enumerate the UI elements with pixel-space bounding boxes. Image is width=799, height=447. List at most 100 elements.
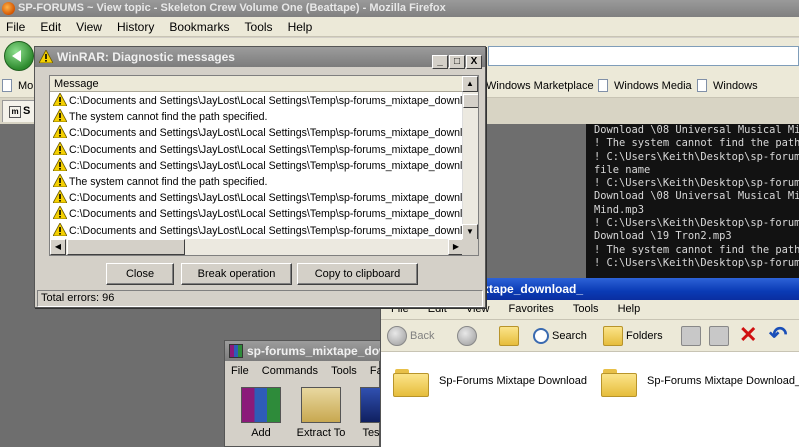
- scroll-up-arrow-icon[interactable]: ▲: [462, 76, 478, 92]
- vertical-scroll-thumb[interactable]: [463, 94, 478, 108]
- winrar-menu-favorites[interactable]: Favo: [364, 362, 380, 377]
- explorer-back-button[interactable]: Back: [387, 324, 434, 348]
- maximize-button[interactable]: □: [449, 55, 465, 69]
- url-bar[interactable]: [488, 46, 799, 66]
- back-arrow-icon: [387, 326, 407, 347]
- messages-list[interactable]: Message C:\Documents and Settings\JayLos…: [49, 75, 479, 256]
- dialog-title-bar: WinRAR: Diagnostic messages _ □ X: [35, 47, 485, 69]
- page-icon: [697, 79, 707, 92]
- menu-edit[interactable]: Edit: [34, 17, 67, 34]
- menu-history[interactable]: History: [111, 17, 160, 34]
- close-window-button[interactable]: X: [466, 55, 482, 69]
- bookmark-windows-marketplace[interactable]: Windows Marketplace: [470, 79, 594, 92]
- scroll-left-arrow-icon[interactable]: ◀: [50, 239, 66, 255]
- message-row[interactable]: The system cannot find the path specifie…: [50, 173, 464, 190]
- add-archive-icon: [241, 387, 281, 423]
- page-icon: [598, 79, 608, 92]
- menu-bookmarks[interactable]: Bookmarks: [163, 17, 235, 34]
- vertical-scrollbar[interactable]: ▲ ▼: [462, 76, 478, 240]
- message-row[interactable]: C:\Documents and Settings\JayLost\Local …: [50, 93, 464, 109]
- message-row[interactable]: C:\Documents and Settings\JayLost\Local …: [50, 141, 464, 158]
- copy-to-clipboard-button[interactable]: Copy to clipboard: [297, 263, 418, 285]
- column-header-message[interactable]: Message: [50, 76, 464, 92]
- warning-icon: [53, 206, 67, 220]
- console-line: ! The system cannot find the path spe: [594, 243, 799, 256]
- delete-icon[interactable]: ✕: [739, 324, 757, 348]
- warning-icon: [53, 141, 67, 155]
- folders-button[interactable]: Folders: [603, 324, 663, 348]
- tab-label: S: [23, 105, 31, 117]
- move-to-button[interactable]: [681, 324, 704, 348]
- explorer-menu-tools[interactable]: Tools: [563, 300, 605, 315]
- firefox-title-bar: SP-FORUMS ~ View topic - Skeleton Crew V…: [0, 0, 799, 17]
- undo-icon[interactable]: ↶: [769, 324, 787, 348]
- close-button[interactable]: Close: [106, 263, 174, 285]
- firefox-icon: [2, 2, 15, 15]
- menu-help[interactable]: Help: [282, 17, 319, 34]
- console-line: ! The system cannot find the path spe: [594, 137, 799, 150]
- diagnostic-dialog: WinRAR: Diagnostic messages _ □ X Message …: [34, 46, 486, 308]
- console-line: Download \19 Tron2.mp3: [594, 230, 732, 243]
- firefox-title: SP-FORUMS ~ View topic - Skeleton Crew V…: [18, 2, 446, 14]
- add-button[interactable]: Add: [231, 387, 291, 443]
- horizontal-scrollbar[interactable]: ◀ ▶: [50, 239, 464, 255]
- console-output: Download \08 Universal Musical Mind ! Th…: [586, 124, 799, 282]
- bookmark-windows[interactable]: Windows: [697, 79, 758, 92]
- message-row[interactable]: C:\Documents and Settings\JayLost\Local …: [50, 222, 464, 239]
- extract-to-button[interactable]: Extract To: [291, 387, 351, 443]
- bookmark-mo[interactable]: Mo: [2, 79, 33, 92]
- warning-icon: [53, 93, 67, 106]
- message-row[interactable]: C:\Documents and Settings\JayLost\Local …: [50, 206, 464, 222]
- scrollbar-corner: [462, 239, 478, 255]
- test-archive-icon: [360, 387, 382, 423]
- winrar-title-bar: sp-forums_mixtape_dow: [225, 341, 380, 361]
- scroll-down-arrow-icon[interactable]: ▼: [462, 224, 478, 240]
- winrar-menu-tools[interactable]: Tools: [325, 362, 361, 377]
- winrar-menu-file[interactable]: File: [225, 362, 253, 377]
- firefox-tab[interactable]: mS: [2, 100, 36, 122]
- menu-view[interactable]: View: [70, 17, 108, 34]
- forward-button[interactable]: [457, 324, 480, 348]
- winrar-menu-commands[interactable]: Commands: [256, 362, 322, 377]
- forward-arrow-icon: [457, 326, 477, 347]
- message-row[interactable]: The system cannot find the path specifie…: [50, 109, 464, 125]
- break-operation-button[interactable]: Break operation: [181, 263, 292, 285]
- console-line: ! C:\Users\Keith\Desktop\sp-forums_: [594, 150, 799, 163]
- menu-file[interactable]: File: [0, 17, 31, 34]
- winrar-books-icon: [229, 344, 243, 358]
- explorer-menu-help[interactable]: Help: [608, 300, 647, 315]
- back-arrow-icon[interactable]: [4, 41, 34, 71]
- total-errors-status: Total errors: 96: [37, 290, 483, 307]
- folder-icon: [393, 367, 429, 397]
- explorer-menu-favorites[interactable]: Favorites: [499, 300, 560, 315]
- message-row[interactable]: C:\Documents and Settings\JayLost\Local …: [50, 190, 464, 206]
- console-line: Download \08 Universal Musical Mind: [594, 124, 799, 136]
- up-folder-button[interactable]: [499, 324, 522, 348]
- page-icon: [2, 79, 12, 92]
- winrar-main-window: sp-forums_mixtape_dow File Commands Tool…: [224, 340, 382, 447]
- console-line: Download \08 Universal Musical Mind: [594, 190, 799, 203]
- site-favicon-icon: m: [9, 106, 21, 118]
- search-button[interactable]: Search: [533, 324, 587, 348]
- warning-icon: [53, 173, 67, 187]
- firefox-menu-bar: File Edit View History Bookmarks Tools H…: [0, 17, 799, 37]
- menu-tools[interactable]: Tools: [239, 17, 279, 34]
- console-line: file name: [594, 163, 651, 176]
- message-row[interactable]: C:\Documents and Settings\JayLost\Local …: [50, 157, 464, 174]
- copy-to-icon: [709, 326, 729, 347]
- message-rows: C:\Documents and Settings\JayLost\Local …: [50, 93, 464, 239]
- warning-icon: [53, 190, 67, 204]
- folder-label: Sp-Forums Mixtape Download_: [647, 375, 799, 387]
- bookmark-windows-media[interactable]: Windows Media: [598, 79, 692, 92]
- minimize-button[interactable]: _: [432, 55, 448, 69]
- message-row[interactable]: C:\Documents and Settings\JayLost\Local …: [50, 125, 464, 141]
- horizontal-scroll-thumb[interactable]: [67, 239, 185, 255]
- console-line: ! C:\Users\Keith\Desktop\sp-forums_: [594, 256, 799, 269]
- winrar-title: sp-forums_mixtape_dow: [247, 344, 380, 358]
- extract-folder-icon: [301, 387, 341, 423]
- up-folder-icon: [499, 326, 519, 347]
- copy-to-button[interactable]: [709, 324, 732, 348]
- warning-icon: [53, 157, 67, 171]
- console-line: ! C:\Users\Keith\Desktop\sp-forums_: [594, 177, 799, 190]
- explorer-toolbar: Back Search Folders ✕ ↶: [381, 320, 799, 352]
